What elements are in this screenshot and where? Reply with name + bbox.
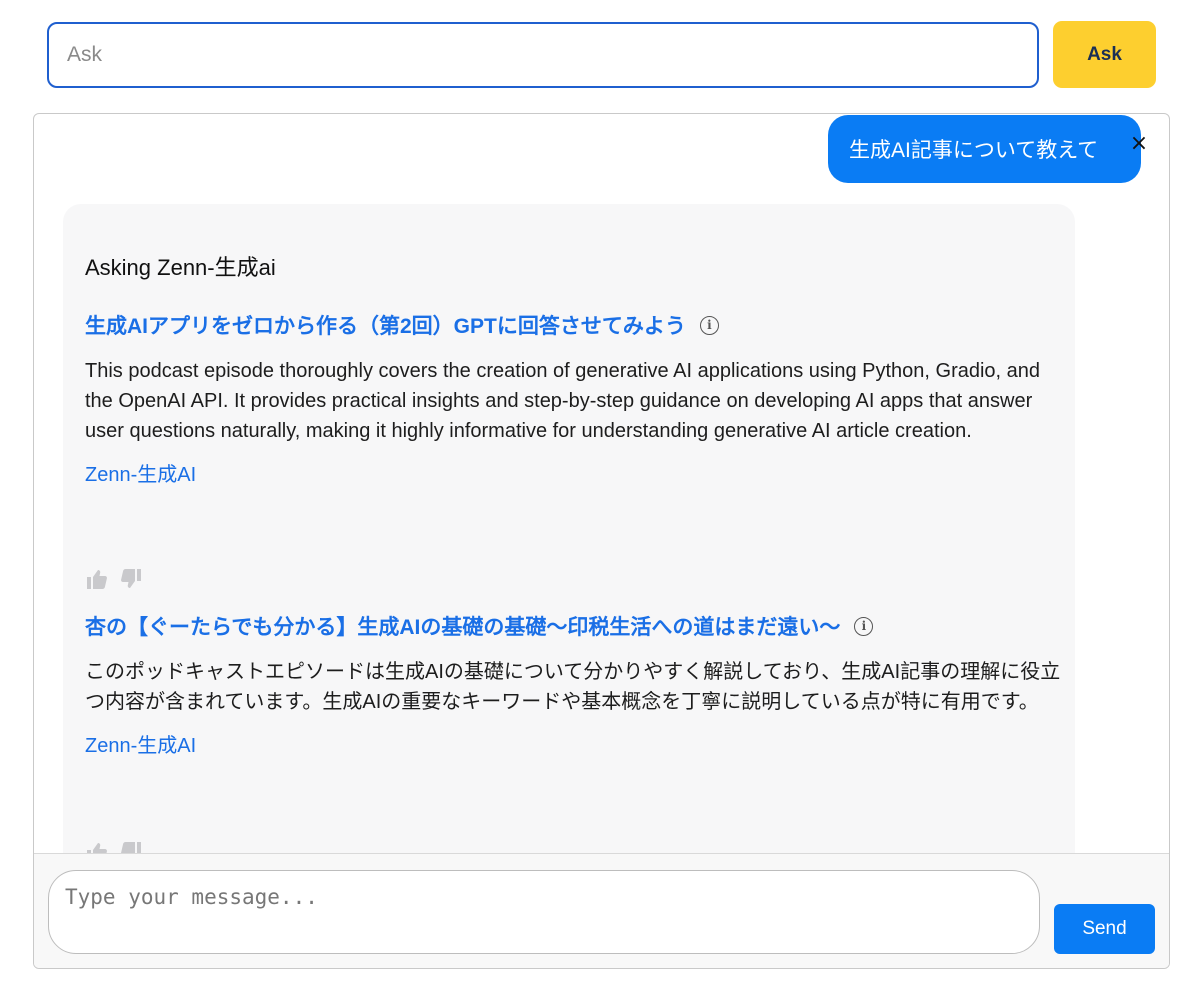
thumbs-up-icon[interactable] (85, 841, 109, 853)
info-icon[interactable]: i (854, 616, 874, 636)
result-item: 杏の【ぐーたらでも分かる】生成AIの基礎の基礎〜印税生活への道はまだ遠い〜 i … (85, 611, 1065, 853)
thumbs-down-icon[interactable] (119, 841, 143, 853)
search-bar: Ask (47, 21, 1156, 88)
message-input[interactable] (48, 870, 1040, 954)
result-title-link[interactable]: 生成AIアプリをゼロから作る（第2回）GPTに回答させてみよう i (85, 310, 719, 340)
thumbs-up-icon[interactable] (85, 568, 109, 590)
feedback-buttons (85, 841, 143, 853)
info-icon[interactable]: i (699, 315, 719, 335)
answer-heading: Asking Zenn-生成ai (85, 255, 276, 280)
message-composer: Send (34, 853, 1169, 968)
result-item: 生成AIアプリをゼロから作る（第2回）GPTに回答させてみよう i This p… (85, 310, 1065, 589)
chat-scroll-area[interactable]: 生成AI記事について教えて × Asking Zenn-生成ai 生成AIアプリ… (34, 114, 1169, 853)
feedback-buttons (85, 568, 143, 590)
result-title-text: 杏の【ぐーたらでも分かる】生成AIの基礎の基礎〜印税生活への道はまだ遠い〜 (85, 616, 841, 639)
result-source-link[interactable]: Zenn-生成AI (85, 729, 196, 758)
ask-input[interactable] (47, 22, 1039, 88)
result-title-link[interactable]: 杏の【ぐーたらでも分かる】生成AIの基礎の基礎〜印税生活への道はまだ遠い〜 i (85, 611, 874, 641)
result-description: This podcast episode thoroughly covers t… (85, 360, 1041, 442)
user-message-text: 生成AI記事について教えて (849, 139, 1099, 162)
chat-panel: 生成AI記事について教えて × Asking Zenn-生成ai 生成AIアプリ… (33, 113, 1170, 969)
result-description: このポッドキャストエピソードは生成AIの基礎について分かりやすく解説しており、生… (85, 661, 1061, 713)
result-source-link[interactable]: Zenn-生成AI (85, 458, 196, 487)
result-title-text: 生成AIアプリをゼロから作る（第2回）GPTに回答させてみよう (85, 315, 686, 338)
send-button[interactable]: Send (1054, 904, 1155, 954)
ask-button[interactable]: Ask (1053, 21, 1156, 88)
thumbs-down-icon[interactable] (119, 568, 143, 590)
answer-card: Asking Zenn-生成ai 生成AIアプリをゼロから作る（第2回）GPTに… (63, 204, 1075, 853)
close-icon[interactable]: × (1128, 133, 1150, 155)
user-message-bubble: 生成AI記事について教えて (828, 115, 1141, 183)
